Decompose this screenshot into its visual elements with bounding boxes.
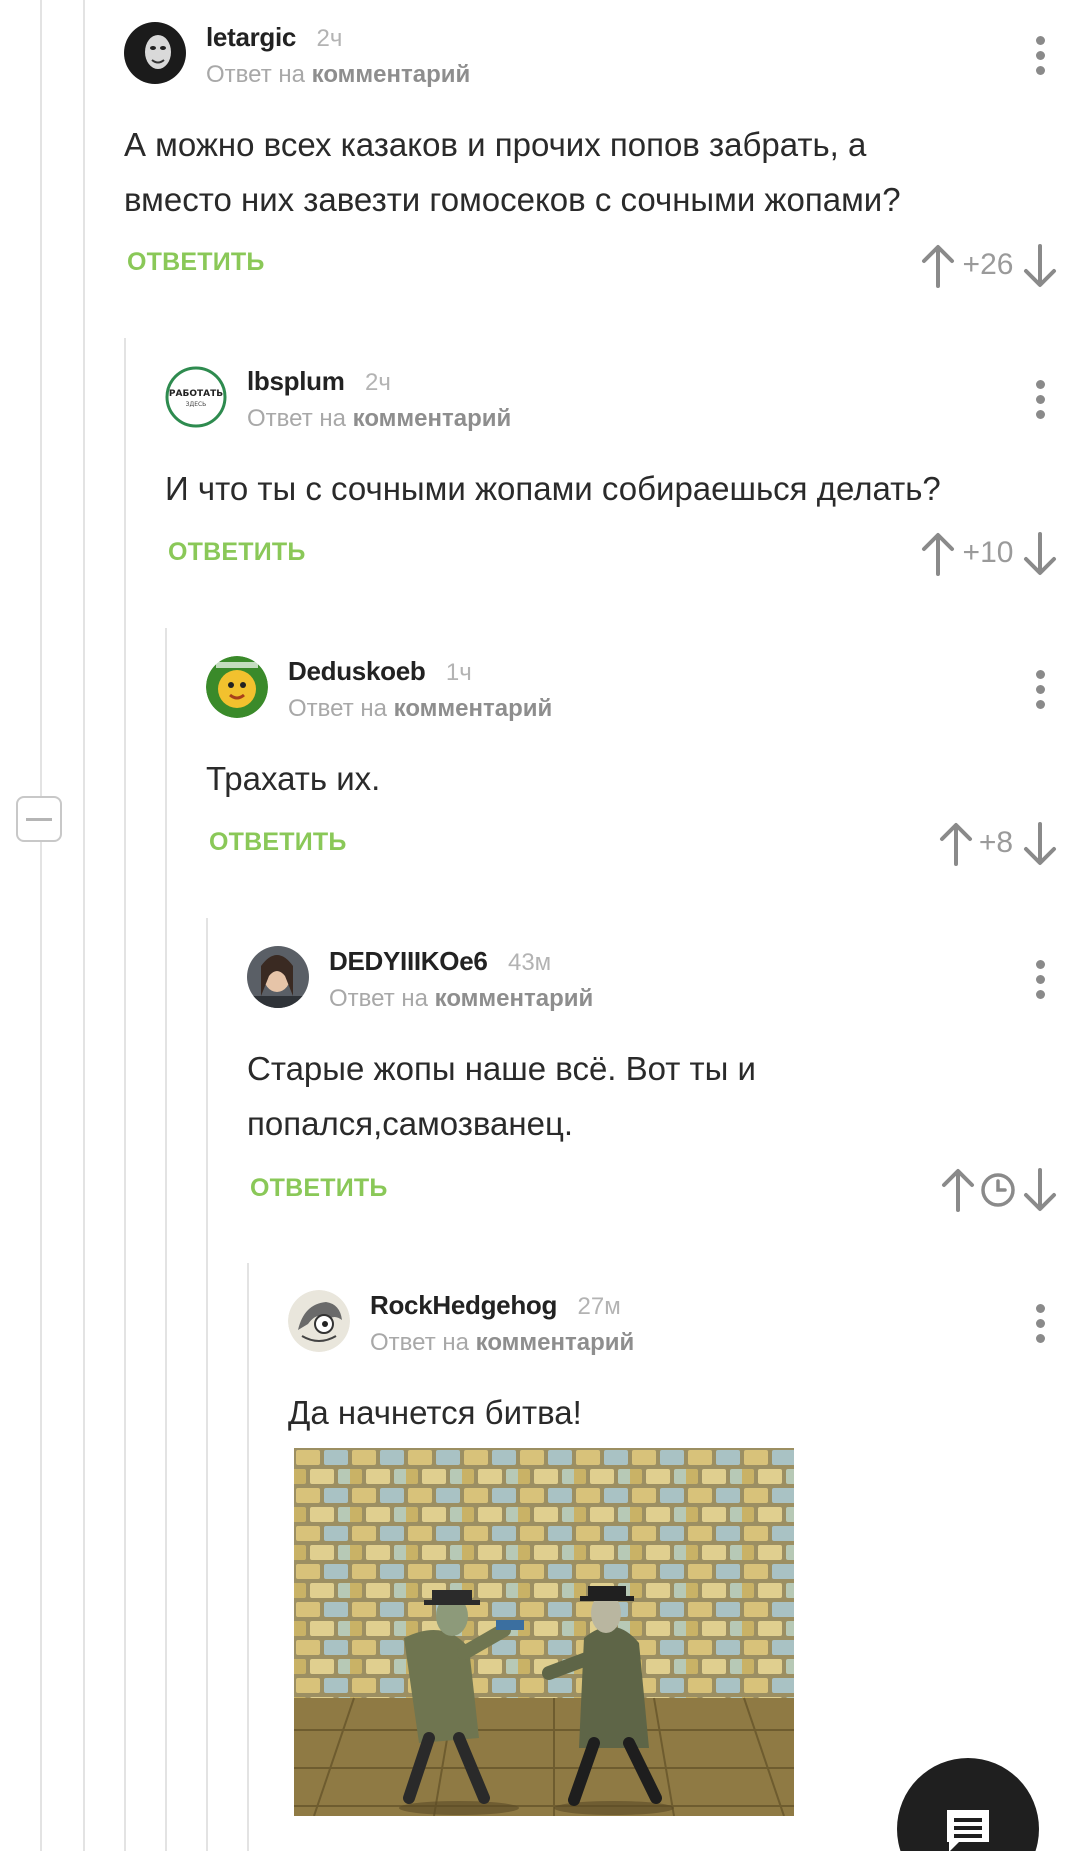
reply-to: Ответ на комментарий — [206, 61, 470, 89]
more-vertical-icon[interactable] — [1036, 380, 1046, 420]
username[interactable]: DEDYIIIKOe6 — [329, 946, 488, 976]
arrow-down-icon[interactable] — [1020, 244, 1060, 288]
comment-text-line: Да начнется битва! — [288, 1394, 582, 1431]
avatar[interactable] — [124, 22, 186, 84]
avatar-text: РАБОТАТЬ — [169, 389, 223, 399]
reply-to: Ответ на комментарий — [329, 985, 593, 1013]
comment-meta: Deduskoeb 1ч Ответ на комментарий — [288, 656, 552, 723]
reply-button[interactable]: ОТВЕТИТЬ — [250, 1174, 388, 1203]
thread-line — [165, 628, 167, 1851]
reply-target-link[interactable]: комментарий — [312, 61, 471, 88]
more-vertical-icon[interactable] — [1036, 960, 1046, 1000]
reply-button[interactable]: ОТВЕТИТЬ — [127, 248, 265, 277]
comment-meta: DEDYIIIKOe6 43м Ответ на комментарий — [329, 946, 593, 1013]
arrow-down-icon[interactable] — [1020, 822, 1060, 866]
collapse-thread-button[interactable] — [16, 796, 62, 842]
username[interactable]: Deduskoeb — [288, 656, 426, 686]
comment-text: Трахать их. — [206, 751, 380, 806]
comment: Deduskoeb 1ч Ответ на комментарий Трахат… — [206, 656, 1080, 866]
thread-line — [206, 918, 208, 1851]
clock-icon — [981, 1173, 1015, 1207]
arrow-up-icon[interactable] — [936, 822, 976, 866]
reply-to: Ответ на комментарий — [288, 695, 552, 723]
comment-meta: lbsplum 2ч Ответ на комментарий — [247, 366, 511, 433]
thread-line — [124, 338, 126, 1851]
timestamp: 1ч — [445, 659, 472, 686]
username[interactable]: letargic — [206, 22, 296, 52]
reply-prefix: Ответ на — [370, 1329, 469, 1356]
score: +8 — [978, 826, 1014, 859]
avatar[interactable] — [288, 1290, 350, 1352]
comments-page: letargic 2ч Ответ на комментарий А можно… — [0, 0, 1080, 1851]
timestamp: 27м — [577, 1293, 621, 1320]
reply-target-link[interactable]: комментарий — [435, 985, 594, 1012]
reply-prefix: Ответ на — [329, 985, 428, 1012]
comment-text-line: вместо них завезти гомосеков с сочными ж… — [124, 181, 901, 218]
arrow-down-icon[interactable] — [1020, 532, 1060, 576]
timestamp: 2ч — [365, 369, 391, 396]
reply-target-link[interactable]: комментарий — [476, 1329, 635, 1356]
comment-text: И что ты с сочными жопами собираешься де… — [165, 461, 941, 516]
arrow-up-icon[interactable] — [918, 244, 958, 288]
reply-to: Ответ на комментарий — [370, 1329, 634, 1357]
reply-to: Ответ на комментарий — [247, 405, 511, 433]
username[interactable]: RockHedgehog — [370, 1290, 557, 1320]
comment-text: Старые жопы наше всё. Вот ты и попался,с… — [247, 1041, 756, 1151]
reply-target-link[interactable]: комментарий — [394, 695, 553, 722]
comment-meta: RockHedgehog 27м Ответ на комментарий — [370, 1290, 634, 1357]
comment-icon — [947, 1810, 989, 1851]
arrow-down-icon[interactable] — [1020, 1168, 1060, 1212]
comment-meta: letargic 2ч Ответ на комментарий — [206, 22, 470, 89]
score: +26 — [962, 248, 1014, 281]
comment: letargic 2ч Ответ на комментарий А можно… — [124, 22, 1080, 292]
comment-text-line: А можно всех казаков и прочих попов забр… — [124, 126, 867, 163]
arrow-up-icon[interactable] — [938, 1168, 978, 1212]
reply-prefix: Ответ на — [206, 61, 305, 88]
comment: РАБОТАТЬ ЗДЕСЬ lbsplum 2ч Ответ на комме… — [165, 366, 1080, 576]
avatar[interactable] — [247, 946, 309, 1008]
thread-line — [83, 0, 85, 1851]
reply-prefix: Ответ на — [247, 405, 346, 432]
avatar[interactable]: РАБОТАТЬ ЗДЕСЬ — [165, 366, 227, 428]
username[interactable]: lbsplum — [247, 366, 345, 396]
comment-text-line: Трахать их. — [206, 760, 381, 797]
collapse-minus-icon — [26, 817, 52, 821]
comment: DEDYIIIKOe6 43м Ответ на комментарий Ста… — [247, 946, 1080, 1216]
thread-line — [247, 1263, 249, 1851]
comment-text-line: И что ты с сочными жопами собираешься де… — [165, 470, 941, 507]
avatar-text: ЗДЕСЬ — [186, 401, 207, 408]
reply-target-link[interactable]: комментарий — [353, 405, 512, 432]
comment-text-line: Старые жопы наше всё. Вот ты и — [247, 1050, 756, 1087]
timestamp: 43м — [507, 949, 552, 976]
timestamp: 2ч — [316, 25, 343, 52]
thread-line — [40, 0, 42, 1851]
arrow-up-icon[interactable] — [918, 532, 958, 576]
more-vertical-icon[interactable] — [1036, 670, 1046, 710]
score: +10 — [962, 536, 1014, 569]
comment-text-line: попался,самозванец. — [247, 1105, 574, 1142]
avatar[interactable] — [206, 656, 268, 718]
reply-button[interactable]: ОТВЕТИТЬ — [168, 538, 306, 567]
reply-prefix: Ответ на — [288, 695, 387, 722]
comment-text: Да начнется битва! — [288, 1385, 582, 1440]
comment-text: А можно всех казаков и прочих попов забр… — [124, 117, 901, 227]
cartoon-scene-image[interactable] — [294, 1448, 794, 1816]
reply-button[interactable]: ОТВЕТИТЬ — [209, 828, 347, 857]
more-vertical-icon[interactable] — [1036, 36, 1046, 76]
more-vertical-icon[interactable] — [1036, 1304, 1046, 1344]
